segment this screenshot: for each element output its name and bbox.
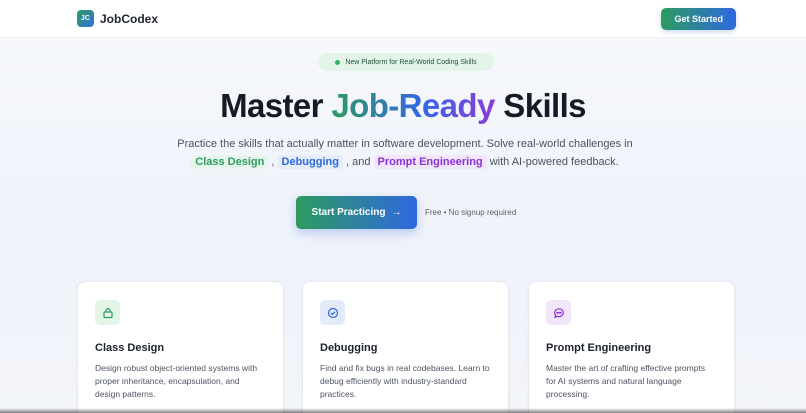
brand[interactable]: JC JobCodex xyxy=(77,10,158,27)
debugging-chip: Debugging xyxy=(277,155,343,169)
title-part-1: Master xyxy=(220,87,332,124)
start-practicing-label: Start Practicing xyxy=(311,207,386,218)
cta-row: Start Practicing → Free • No signup requ… xyxy=(296,196,516,229)
arrow-right-icon: → xyxy=(391,207,402,218)
subtitle-sep-1: , xyxy=(268,156,278,168)
lock-icon xyxy=(95,300,120,325)
feature-card-prompt-engineering[interactable]: Prompt Engineering Master the art of cra… xyxy=(528,281,735,413)
cta-note: Free • No signup required xyxy=(425,208,517,217)
feature-card-debugging[interactable]: Debugging Find and fix bugs in real code… xyxy=(302,281,509,413)
card-description: Design robust object-oriented systems wi… xyxy=(95,363,258,399)
card-title: Debugging xyxy=(320,342,378,354)
card-title: Prompt Engineering xyxy=(546,342,652,354)
announcement-badge: New Platform for Real-World Coding Skill… xyxy=(318,53,494,71)
page-title: Master Job-Ready Skills xyxy=(0,86,806,126)
subtitle-text-2: with AI-powered feedback. xyxy=(486,156,619,168)
check-circle-icon xyxy=(320,300,345,325)
prompt-engineering-chip: Prompt Engineering xyxy=(373,155,487,169)
top-navbar: JC JobCodex Get Started xyxy=(0,0,806,38)
window-edge-shadow xyxy=(0,408,806,413)
feature-card-class-design[interactable]: Class Design Design robust object-orient… xyxy=(77,281,284,413)
class-design-chip: Class Design xyxy=(191,155,269,169)
get-started-button[interactable]: Get Started xyxy=(661,7,736,30)
brand-name: JobCodex xyxy=(100,11,159,26)
badge-text: New Platform for Real-World Coding Skill… xyxy=(345,58,477,66)
card-title: Class Design xyxy=(95,342,165,354)
card-description: Master the art of crafting effective pro… xyxy=(546,363,706,399)
subtitle-sep-2: , and xyxy=(342,156,374,168)
subtitle-text-1: Practice the skills that actually matter… xyxy=(177,138,633,150)
status-dot-icon xyxy=(335,59,341,65)
title-highlight: Job-Ready xyxy=(331,87,495,124)
title-part-2: Skills xyxy=(494,87,586,124)
card-description: Find and fix bugs in real codebases. Lea… xyxy=(320,363,490,399)
logo-icon: JC xyxy=(77,10,94,27)
chat-bubble-icon xyxy=(546,300,571,325)
start-practicing-button[interactable]: Start Practicing → xyxy=(296,196,417,229)
hero-subtitle: Practice the skills that actually matter… xyxy=(160,135,650,171)
